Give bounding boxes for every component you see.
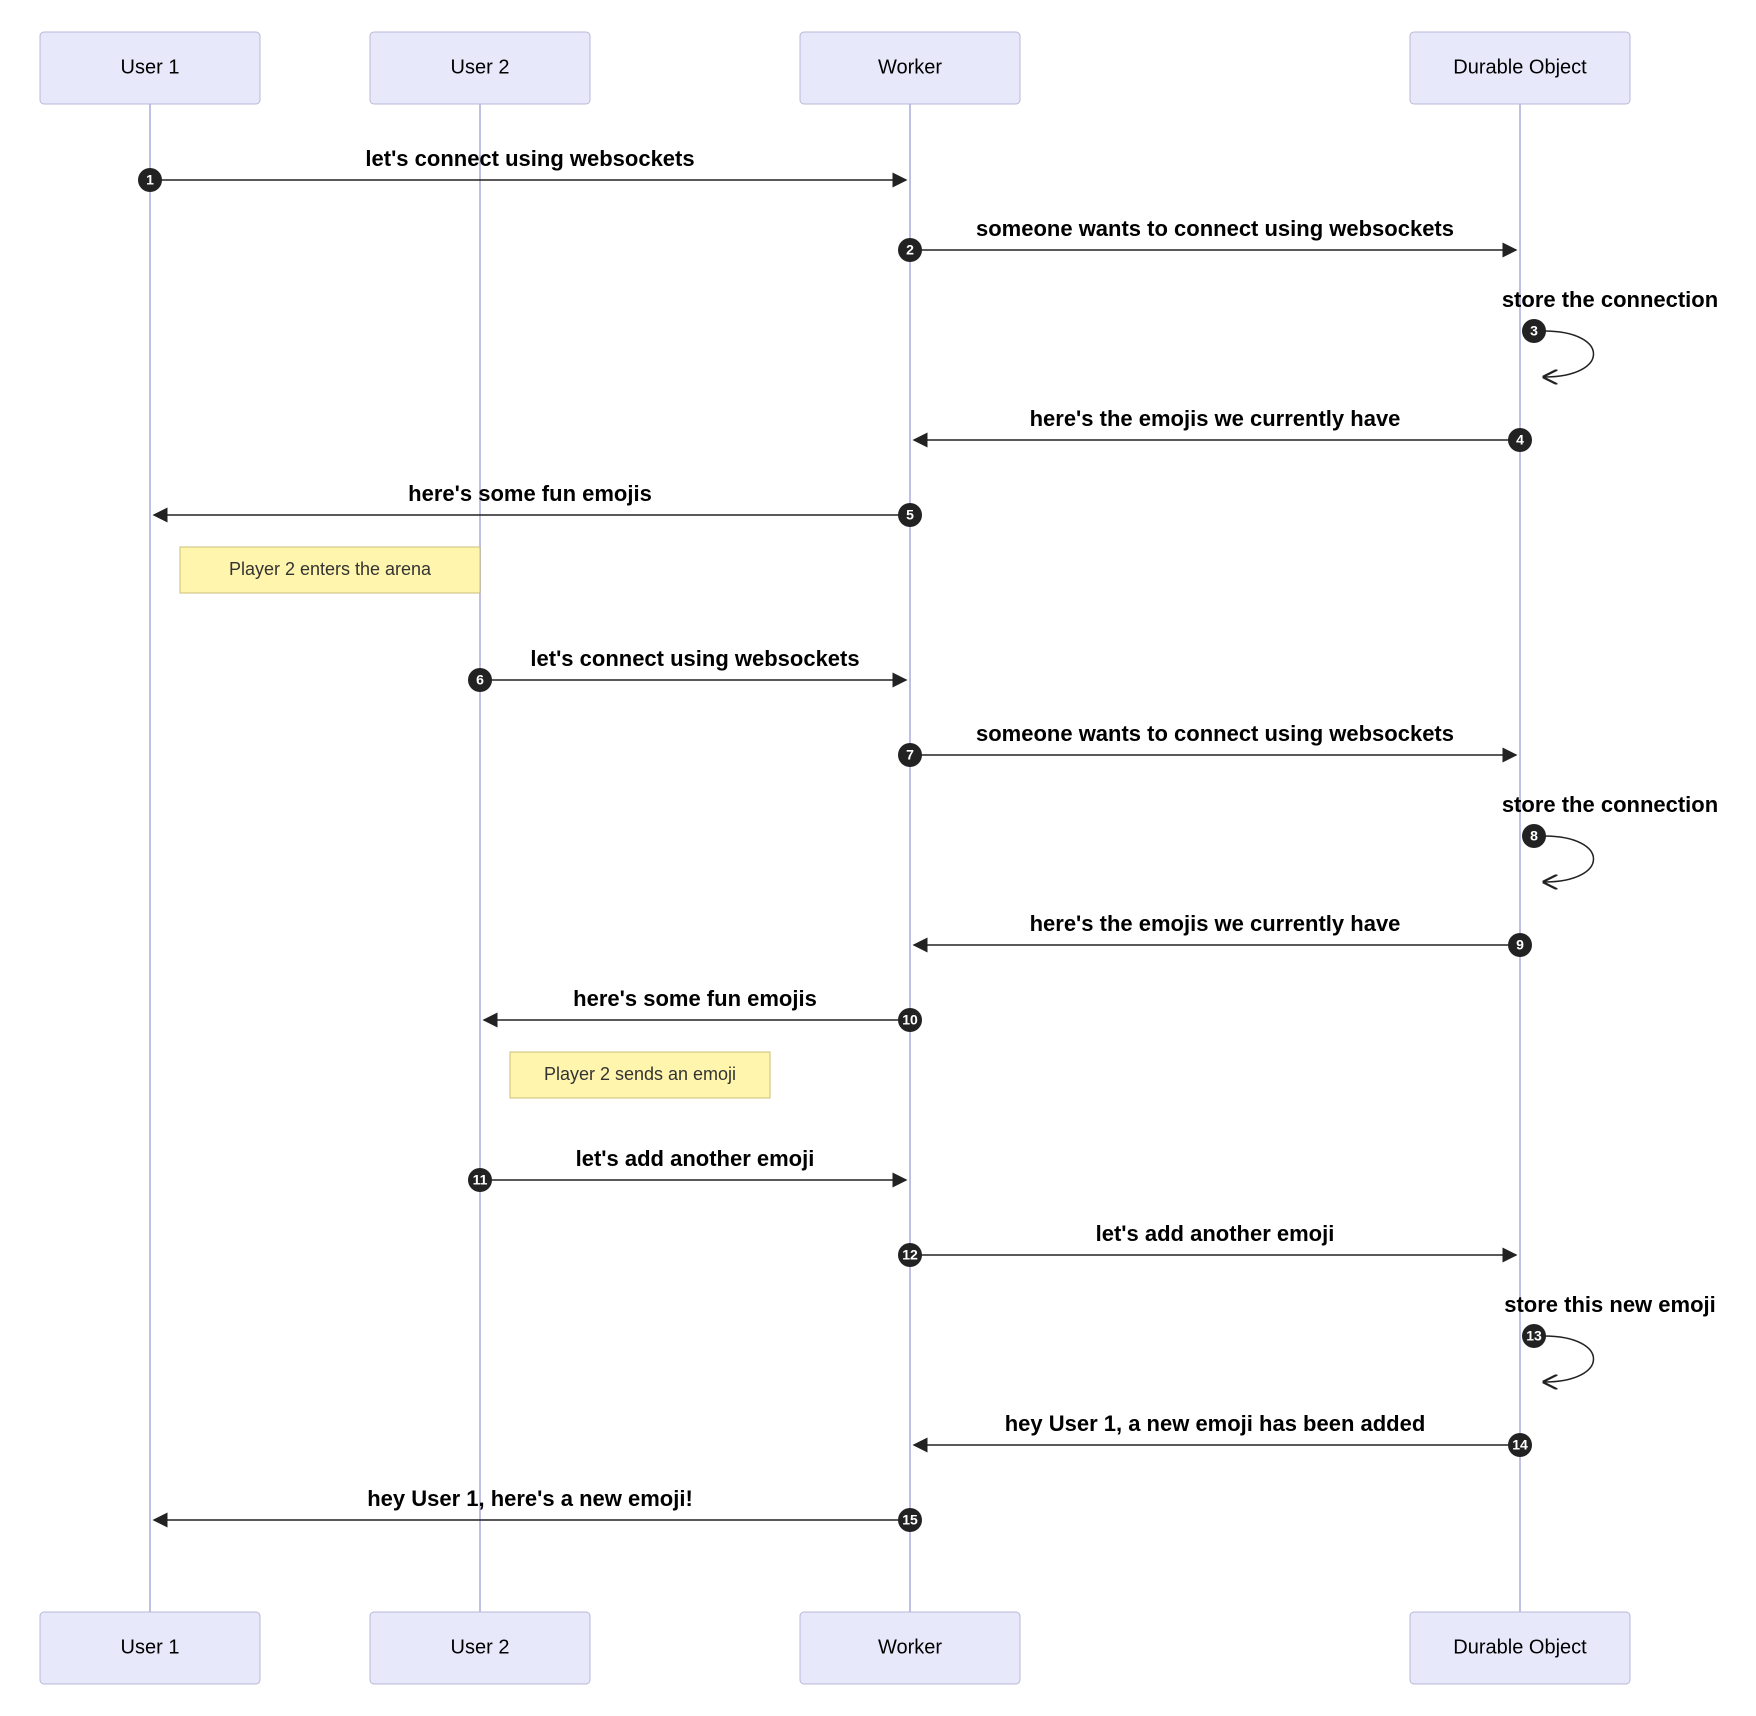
svg-text:6: 6 xyxy=(476,672,484,688)
actor-label: Durable Object xyxy=(1453,56,1587,78)
message-text: here's the emojis we currently have xyxy=(1030,911,1401,936)
actor-do: Durable Object xyxy=(1410,1612,1630,1684)
message-14: hey User 1, a new emoji has been added 14 xyxy=(914,1411,1532,1457)
actor-label: Worker xyxy=(878,56,942,78)
svg-text:5: 5 xyxy=(906,507,914,523)
actor-user1: User 1 xyxy=(40,32,260,104)
svg-text:1: 1 xyxy=(146,172,154,188)
svg-text:9: 9 xyxy=(1516,937,1524,953)
actor-label: User 1 xyxy=(121,1636,180,1658)
message-text: here's some fun emojis xyxy=(408,481,652,506)
svg-text:8: 8 xyxy=(1530,828,1538,844)
message-8: store the connection 8 xyxy=(1502,792,1718,882)
message-9: here's the emojis we currently have 9 xyxy=(914,911,1532,957)
actor-user2: User 2 xyxy=(370,1612,590,1684)
actor-label: User 2 xyxy=(451,1636,510,1658)
message-text: hey User 1, a new emoji has been added xyxy=(1005,1411,1426,1436)
message-text: let's add another emoji xyxy=(1096,1221,1335,1246)
message-6: let's connect using websockets 6 xyxy=(468,646,906,692)
message-text: hey User 1, here's a new emoji! xyxy=(367,1486,693,1511)
message-15: hey User 1, here's a new emoji! 15 xyxy=(154,1486,922,1532)
message-text: someone wants to connect using websocket… xyxy=(976,216,1454,241)
svg-text:4: 4 xyxy=(1516,432,1524,448)
message-3: store the connection 3 xyxy=(1502,287,1718,377)
svg-text:10: 10 xyxy=(902,1012,918,1028)
svg-text:7: 7 xyxy=(906,747,914,763)
actor-label: User 2 xyxy=(451,56,510,78)
actor-user1: User 1 xyxy=(40,1612,260,1684)
message-text: here's some fun emojis xyxy=(573,986,817,1011)
message-text: store this new emoji xyxy=(1504,1292,1716,1317)
message-text: let's connect using websockets xyxy=(530,646,859,671)
svg-text:12: 12 xyxy=(902,1247,918,1263)
message-12: let's add another emoji 12 xyxy=(898,1221,1516,1267)
message-4: here's the emojis we currently have 4 xyxy=(914,406,1532,452)
message-text: store the connection xyxy=(1502,287,1718,312)
message-text: store the connection xyxy=(1502,792,1718,817)
actor-label: User 1 xyxy=(121,56,180,78)
actor-label: Worker xyxy=(878,1636,942,1658)
svg-text:15: 15 xyxy=(902,1512,918,1528)
message-13: store this new emoji 13 xyxy=(1504,1292,1716,1382)
actor-label: Durable Object xyxy=(1453,1636,1587,1658)
svg-text:13: 13 xyxy=(1526,1328,1542,1344)
note-1: Player 2 enters the arena xyxy=(180,547,480,593)
svg-text:14: 14 xyxy=(1512,1437,1528,1453)
actor-user2: User 2 xyxy=(370,32,590,104)
svg-text:2: 2 xyxy=(906,242,914,258)
sequence-diagram: User 1 User 2 Worker Durable Object User 1 Us… xyxy=(0,0,1756,1716)
message-text: let's connect using websockets xyxy=(365,146,694,171)
note-2: Player 2 sends an emoji xyxy=(510,1052,770,1098)
actor-worker: Worker xyxy=(800,1612,1020,1684)
svg-text:3: 3 xyxy=(1530,323,1538,339)
message-7: someone wants to connect using websocket… xyxy=(898,721,1516,767)
message-2: someone wants to connect using websocket… xyxy=(898,216,1516,262)
message-text: here's the emojis we currently have xyxy=(1030,406,1401,431)
note-text: Player 2 sends an emoji xyxy=(544,1064,736,1084)
message-1: let's connect using websockets 1 xyxy=(138,146,906,192)
actor-worker: Worker xyxy=(800,32,1020,104)
message-10: here's some fun emojis 10 xyxy=(484,986,922,1032)
svg-text:11: 11 xyxy=(473,1172,488,1188)
message-11: let's add another emoji 11 xyxy=(468,1146,906,1192)
message-text: let's add another emoji xyxy=(576,1146,815,1171)
note-text: Player 2 enters the arena xyxy=(229,559,432,579)
actor-do: Durable Object xyxy=(1410,32,1630,104)
message-text: someone wants to connect using websocket… xyxy=(976,721,1454,746)
message-5: here's some fun emojis 5 xyxy=(154,481,922,527)
